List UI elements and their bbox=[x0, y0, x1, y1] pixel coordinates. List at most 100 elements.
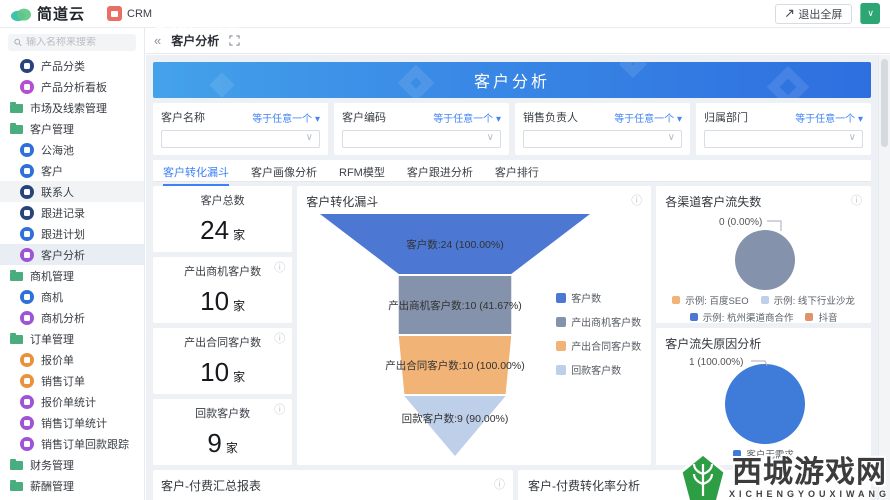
module-icon bbox=[20, 310, 34, 325]
search-input[interactable] bbox=[26, 37, 130, 48]
kpi-info-icon[interactable]: ⓘ bbox=[274, 405, 285, 416]
funnel-card-title: 客户转化漏斗 bbox=[306, 195, 379, 209]
filter-operator-link[interactable]: 等于任意一个 ▾ bbox=[252, 110, 320, 125]
sidebar-item-财务管理[interactable]: 财务管理 bbox=[0, 454, 144, 475]
legend-item-示例: 百度SEO[interactable]: 示例: 百度SEO bbox=[672, 293, 749, 307]
channel-loss-info-icon[interactable]: ⓘ bbox=[851, 196, 862, 207]
legend-item-回款客户数[interactable]: 回款客户数 bbox=[556, 362, 641, 377]
sidebar-item-薪酬管理[interactable]: 薪酬管理 bbox=[0, 475, 144, 496]
kpi-title: 产出合同客户数 bbox=[184, 337, 262, 349]
sidebar-item-跟进计划[interactable]: 跟进计划 bbox=[0, 223, 144, 244]
payment-summary-info-icon[interactable]: ⓘ bbox=[494, 480, 505, 491]
dashboard-content: 客户分析 客户名称 等于任意一个 ▾ ∨ 客户编码 等于任意一个 ▾ ∨ 销售负责人 等于任意… bbox=[146, 55, 878, 500]
legend-item-抖音[interactable]: 抖音 bbox=[805, 310, 837, 323]
tab-RFM模型[interactable]: RFM模型 bbox=[339, 164, 385, 186]
funnel-info-icon[interactable]: ⓘ bbox=[631, 196, 642, 207]
sidebar-item-label: 报价单统计 bbox=[41, 396, 96, 409]
sidebar-item-客户分析[interactable]: 客户分析 bbox=[0, 244, 144, 265]
install-template-caret-icon[interactable]: ∨ bbox=[860, 3, 880, 24]
sidebar-item-商机管理[interactable]: 商机管理 bbox=[0, 265, 144, 286]
sidebar-item-label: 报价单 bbox=[41, 354, 74, 367]
sidebar-item-订单管理[interactable]: 订单管理 bbox=[0, 328, 144, 349]
legend-item-示例: 线下行业沙龙[interactable]: 示例: 线下行业沙龙 bbox=[760, 293, 855, 307]
module-icon bbox=[20, 226, 34, 241]
crm-app-icon bbox=[107, 6, 123, 21]
filter-select[interactable]: ∨ bbox=[342, 130, 501, 148]
filter-select[interactable]: ∨ bbox=[161, 130, 320, 148]
filter-operator-link[interactable]: 等于任意一个 ▾ bbox=[795, 110, 863, 125]
folder-icon bbox=[10, 459, 23, 470]
filter-客户编码: 客户编码 等于任意一个 ▾ ∨ bbox=[334, 103, 509, 155]
install-template-button[interactable]: 安装模板(带数据) ∨ bbox=[155, 3, 880, 35]
tab-客户排行[interactable]: 客户排行 bbox=[495, 164, 539, 186]
sidebar-item-销售订单统计[interactable]: 销售订单统计 bbox=[0, 412, 144, 433]
sidebar-item-联系人[interactable]: 联系人 bbox=[0, 181, 144, 202]
chevron-down-icon: ∨ bbox=[305, 132, 313, 143]
filter-operator-link[interactable]: 等于任意一个 ▾ bbox=[433, 110, 501, 125]
brand-name: 简道云 bbox=[37, 6, 86, 23]
sidebar-item-label: 产品分类 bbox=[41, 60, 85, 73]
svg-text:0 (0.00%): 0 (0.00%) bbox=[719, 217, 762, 228]
module-icon bbox=[20, 373, 34, 388]
channel-loss-title: 各渠道客户流失数 bbox=[665, 195, 762, 209]
analysis-tabs: 客户转化漏斗 客户画像分析 RFM模型 客户跟进分析 客户排行 bbox=[153, 160, 871, 186]
sidebar-item-报价单[interactable]: 报价单 bbox=[0, 349, 144, 370]
tab-客户画像分析[interactable]: 客户画像分析 bbox=[251, 164, 317, 186]
sidebar-item-销售订单回款跟踪[interactable]: 销售订单回款跟踪 bbox=[0, 433, 144, 454]
sidebar-item-报价单统计[interactable]: 报价单统计 bbox=[0, 391, 144, 412]
sidebar-item-产品分类[interactable]: 产品分类 bbox=[0, 55, 144, 76]
sidebar-item-商机分析[interactable]: 商机分析 bbox=[0, 307, 144, 328]
filter-客户名称: 客户名称 等于任意一个 ▾ ∨ bbox=[153, 103, 328, 155]
sidebar-item-label: 销售订单统计 bbox=[41, 417, 107, 430]
sidebar-item-客户管理[interactable]: 客户管理 bbox=[0, 118, 144, 139]
legend-item-产出商机客户数[interactable]: 产出商机客户数 bbox=[556, 314, 641, 329]
sidebar-item-商机[interactable]: 商机 bbox=[0, 286, 144, 307]
module-icon bbox=[20, 163, 34, 178]
sidebar-item-label: 客户 bbox=[41, 165, 63, 178]
sidebar-item-客户[interactable]: 客户 bbox=[0, 160, 144, 181]
brand-logo: 简道云 bbox=[10, 3, 85, 24]
legend-item-示例: 杭州渠道商合作[interactable]: 示例: 杭州渠道商合作 bbox=[689, 310, 793, 323]
fullscreen-expand-icon[interactable] bbox=[229, 35, 240, 46]
sidebar-item-跟进记录[interactable]: 跟进记录 bbox=[0, 202, 144, 223]
svg-text:回款客户数:9 (90.00%): 回款客户数:9 (90.00%) bbox=[402, 412, 509, 425]
module-icon bbox=[20, 184, 34, 199]
kpi-value: 24 家 bbox=[200, 215, 246, 245]
sidebar-item-label: 销售订单回款跟踪 bbox=[41, 438, 129, 451]
payment-summary-card: 客户-付费汇总报表 ⓘ 客户创建时间新增客户数有效客户数付费数付费率转化率净增数… bbox=[153, 470, 513, 500]
payment-summary-title: 客户-付费汇总报表 bbox=[161, 479, 261, 493]
kpi-card-产出合同客户数: ⓘ 产出合同客户数 10 家 bbox=[153, 328, 293, 394]
folder-icon bbox=[10, 480, 23, 491]
sidebar-item-产品分析看板[interactable]: 产品分析看板 bbox=[0, 76, 144, 97]
sidebar-item-label: 财务管理 bbox=[30, 459, 74, 472]
svg-text:产出合同客户数:10 (100.00%): 产出合同客户数:10 (100.00%) bbox=[386, 359, 525, 372]
sidebar-item-市场及线索管理[interactable]: 市场及线索管理 bbox=[0, 97, 144, 118]
svg-text:1 (100.00%): 1 (100.00%) bbox=[689, 357, 743, 368]
app-badge: CRM bbox=[107, 6, 152, 21]
filter-operator-link[interactable]: 等于任意一个 ▾ bbox=[614, 110, 682, 125]
dashboard-banner: 客户分析 bbox=[153, 62, 871, 98]
legend-item-客户数[interactable]: 客户数 bbox=[556, 290, 641, 305]
tab-客户跟进分析[interactable]: 客户跟进分析 bbox=[407, 164, 473, 186]
sidebar-item-label: 公海池 bbox=[41, 144, 74, 157]
svg-text:客户数:24 (100.00%): 客户数:24 (100.00%) bbox=[407, 238, 504, 251]
sidebar-item-公海池[interactable]: 公海池 bbox=[0, 139, 144, 160]
legend-item-产出合同客户数[interactable]: 产出合同客户数 bbox=[556, 338, 641, 353]
filter-select[interactable]: ∨ bbox=[704, 130, 863, 148]
sidebar-search[interactable] bbox=[8, 34, 136, 51]
kpi-info-icon[interactable]: ⓘ bbox=[274, 263, 285, 274]
sidebar-item-销售订单[interactable]: 销售订单 bbox=[0, 370, 144, 391]
filter-label: 销售负责人 bbox=[523, 112, 578, 124]
tab-客户转化漏斗[interactable]: 客户转化漏斗 bbox=[163, 164, 229, 186]
sidebar-item-label: 销售订单 bbox=[41, 375, 85, 388]
funnel-legend: 客户数产出商机客户数 产出合同客户数 回款客户数 bbox=[556, 290, 641, 377]
filter-select[interactable]: ∨ bbox=[523, 130, 682, 148]
sidebar-item-label: 商机管理 bbox=[30, 270, 74, 283]
kpi-info-icon[interactable]: ⓘ bbox=[274, 334, 285, 345]
exit-fullscreen-button[interactable]: 退出全屏 bbox=[775, 3, 853, 24]
cloud-logo-icon bbox=[11, 8, 31, 21]
scrollbar-thumb[interactable] bbox=[881, 59, 888, 147]
filter-label: 客户编码 bbox=[342, 112, 386, 124]
folder-icon bbox=[10, 123, 23, 134]
kpi-title: 产出商机客户数 bbox=[184, 266, 262, 278]
